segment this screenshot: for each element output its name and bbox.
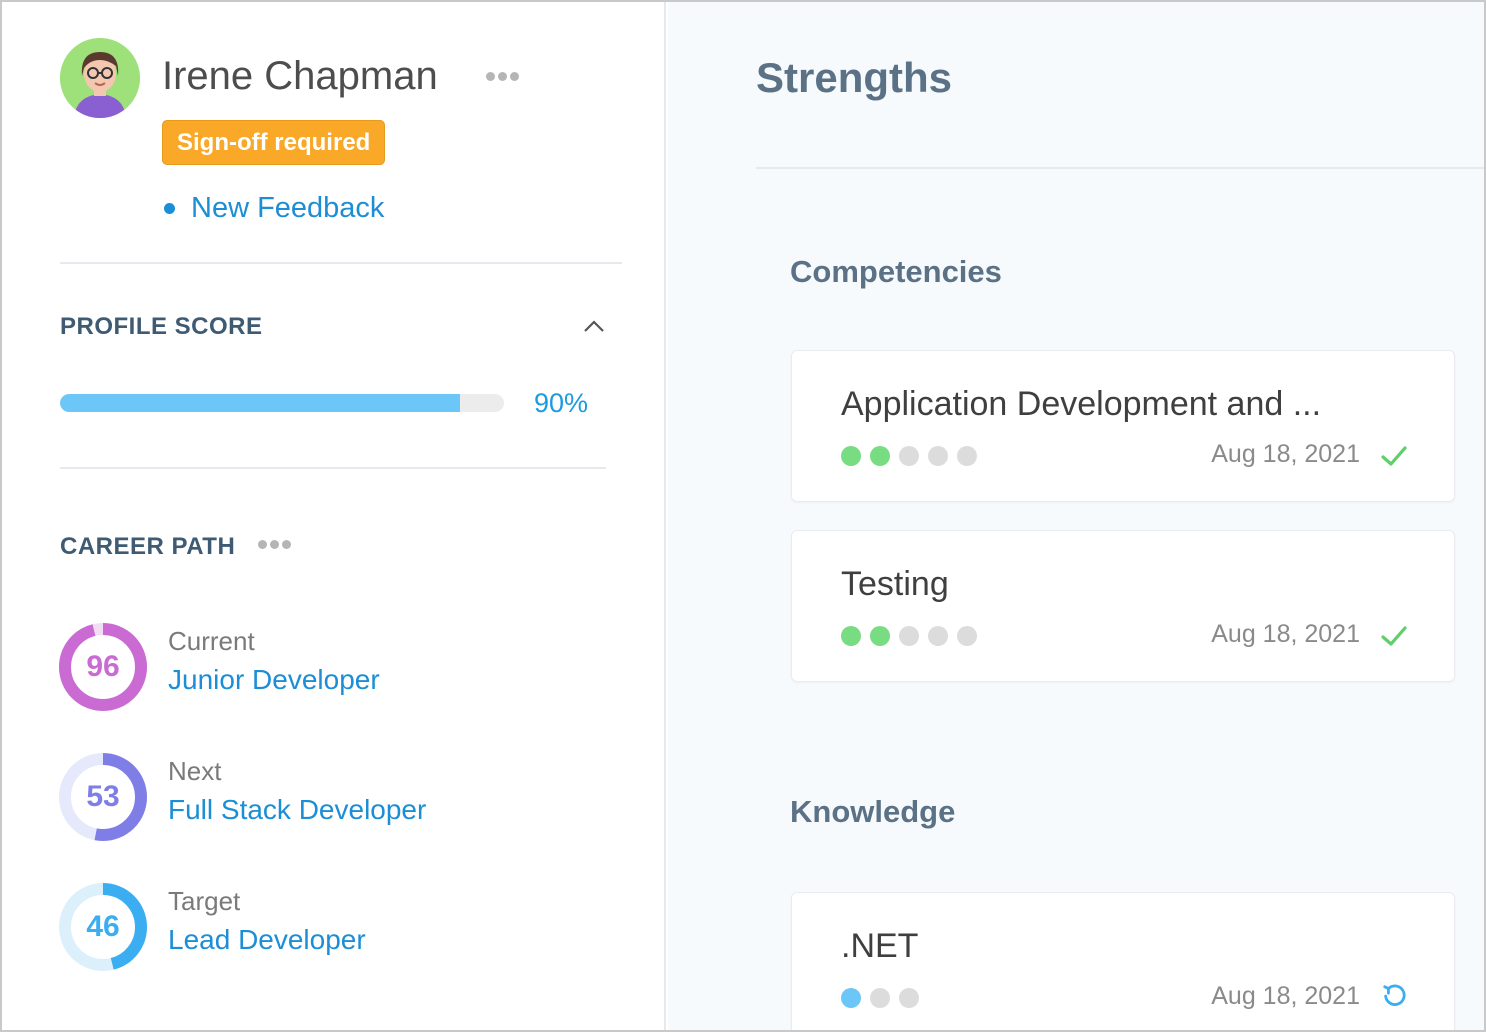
assessment-date: Aug 18, 2021 [1211,982,1360,1010]
knowledge-title: Knowledge [790,794,956,829]
chevron-up-icon[interactable] [582,318,606,334]
rating-dot-empty [870,988,890,1008]
new-feedback-link[interactable]: New Feedback [164,192,384,225]
career-score: 46 [86,910,120,943]
strengths-panel: Strengths Competencies Application Devel… [668,2,1484,1030]
check-icon [1381,626,1407,646]
career-score: 96 [86,650,120,683]
divider [756,167,1484,169]
knowledge-card[interactable]: .NET Aug 18, 2021 [791,892,1455,1030]
competency-card[interactable]: Application Development and ... Aug 18, … [791,350,1455,502]
profile-score-bar [60,394,504,412]
signoff-status-badge: Sign-off required [162,120,386,165]
rating-dot-empty [957,446,977,466]
rating-dot-empty [928,446,948,466]
career-item-next[interactable]: 53 Next Full Stack Developer [58,752,618,844]
rating-dots [841,626,977,646]
app-frame: Irene Chapman Sign-off required New Feed… [0,0,1486,1032]
divider [60,262,622,264]
assessment-date: Aug 18, 2021 [1211,620,1360,648]
user-name: Irene Chapman [162,54,438,98]
rating-dot-filled [870,626,890,646]
check-icon [1381,446,1407,466]
rating-dot-empty [899,626,919,646]
career-role-link[interactable]: Junior Developer [168,664,380,696]
career-item-current[interactable]: 96 Current Junior Developer [58,622,618,714]
rating-dots [841,446,977,466]
rating-dot-empty [899,988,919,1008]
rating-dot-filled [841,626,861,646]
rating-dot-empty [928,626,948,646]
career-path-title: CAREER PATH [60,533,236,560]
page-title: Strengths [756,54,953,101]
career-score: 53 [86,780,120,813]
divider [60,467,606,469]
career-item-target[interactable]: 46 Target Lead Developer [58,882,618,974]
rating-dot-empty [899,446,919,466]
avatar-illustration [60,38,140,118]
competency-card[interactable]: Testing Aug 18, 2021 [791,530,1455,682]
refresh-icon[interactable] [1380,983,1408,1009]
competencies-title: Competencies [790,254,1002,289]
career-role-link[interactable]: Full Stack Developer [168,794,426,826]
rating-dot-filled [841,988,861,1008]
new-feedback-label[interactable]: New Feedback [191,192,384,225]
rating-dot-empty [957,626,977,646]
profile-score-fill [60,394,460,412]
competency-name: Testing [841,565,949,603]
rating-dot-filled [870,446,890,466]
career-stage-label: Current [168,626,255,656]
knowledge-name: .NET [841,927,919,965]
career-stage-label: Target [168,886,241,916]
career-stage-label: Next [168,756,222,786]
rating-dot-filled [841,446,861,466]
rating-dots [841,988,919,1008]
assessment-date: Aug 18, 2021 [1211,440,1360,468]
avatar[interactable] [60,38,140,118]
career-path-more-icon[interactable] [258,540,291,549]
profile-score-title: PROFILE SCORE [60,313,263,340]
career-role-link[interactable]: Lead Developer [168,924,366,956]
profile-score-value: 90% [534,388,589,418]
bullet-icon [164,203,175,214]
profile-sidebar: Irene Chapman Sign-off required New Feed… [2,2,666,1030]
competency-name: Application Development and ... [841,385,1322,423]
user-more-icon[interactable] [486,72,519,81]
